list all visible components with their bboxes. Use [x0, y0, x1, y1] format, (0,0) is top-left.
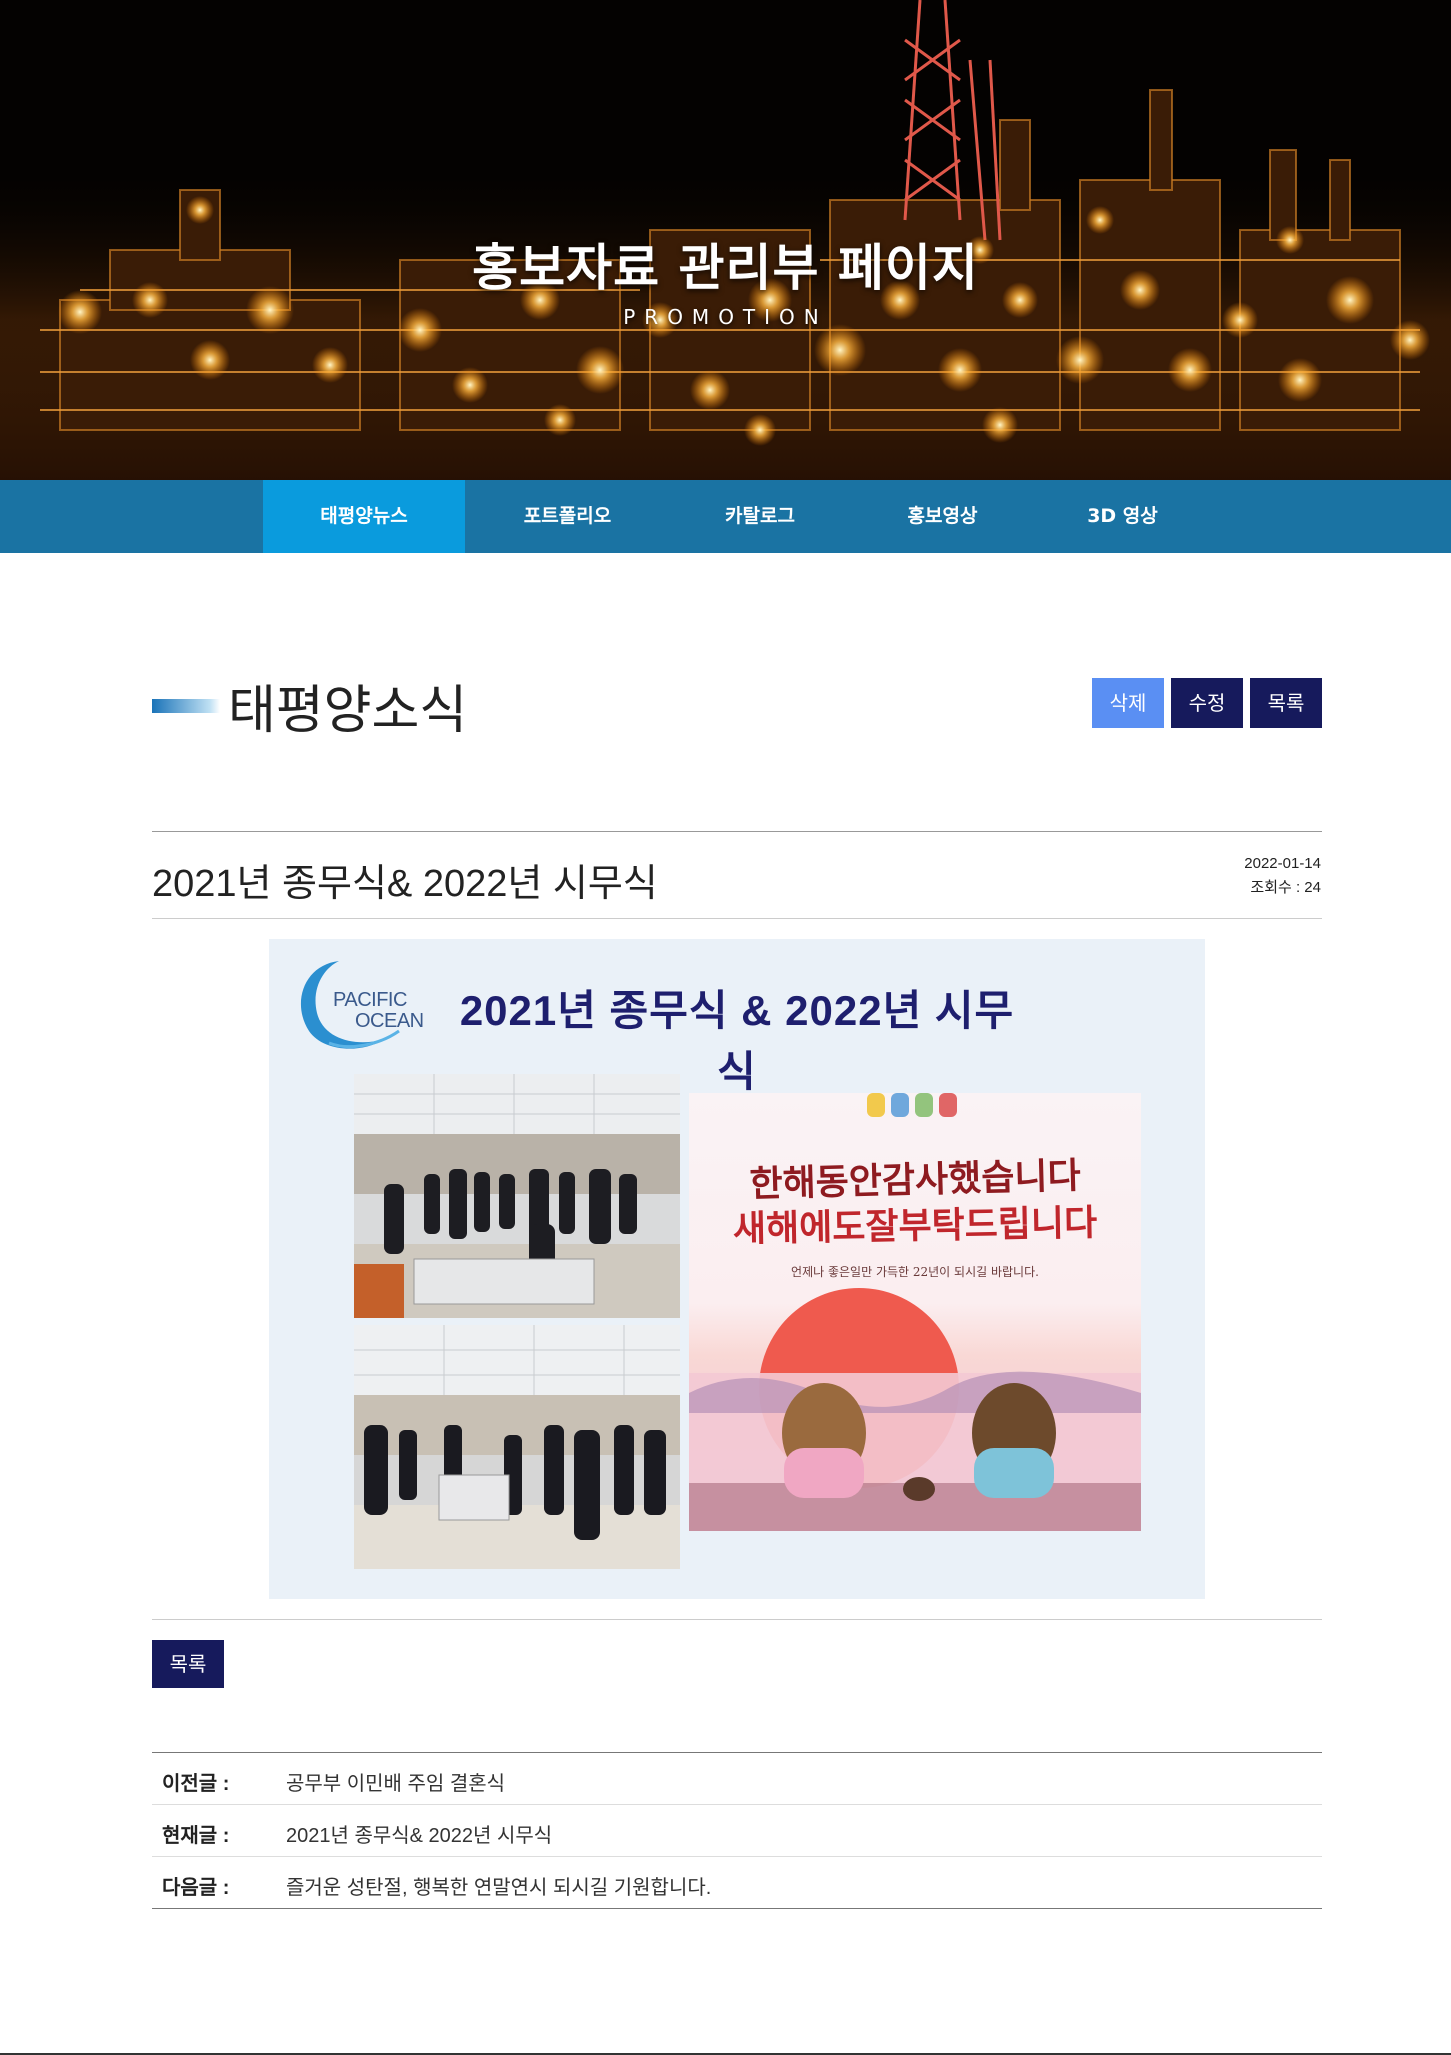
ceremony-photo-2 — [354, 1325, 680, 1569]
current-post-row: 현재글 : 2021년 종무식& 2022년 시무식 — [152, 1805, 1322, 1857]
new-year-greeting-card: 한해동안감사했습니다 새해에도잘부탁드립니다 언제나 좋은일만 가득한 22년이… — [689, 1093, 1141, 1531]
hero-title: 홍보자료 관리부 페이지 — [472, 239, 979, 297]
post-views: 조회수 : 24 — [1250, 879, 1321, 896]
list-button-bottom[interactable]: 목록 — [152, 1640, 224, 1688]
section-title: 태평양소식 — [228, 682, 468, 740]
post-title: 2021년 종무식& 2022년 시무식 — [152, 863, 658, 905]
current-post-link[interactable]: 2021년 종무식& 2022년 시무식 — [286, 1819, 552, 1848]
next-post-link[interactable]: 즐거운 성탄절, 행복한 연말연시 되시길 기원합니다. — [286, 1871, 711, 1900]
nav-item-portfolio[interactable]: 포트폴리오 — [475, 480, 660, 553]
delete-button[interactable]: 삭제 — [1092, 678, 1164, 728]
section-title-bar — [152, 699, 220, 713]
hero-subtitle: PROMOTION — [623, 305, 828, 329]
logo-text-ocean: OCEAN — [355, 1010, 424, 1032]
card-greeting-line-3: 언제나 좋은일만 가득한 22년이 되시길 바랍니다. — [791, 1265, 1039, 1279]
card-greeting-line-2: 새해에도잘부탁드립니다 — [732, 1201, 1098, 1251]
prev-post-row: 이전글 : 공무부 이민배 주임 결혼식 — [152, 1753, 1322, 1805]
post-image: PACIFIC OCEAN 2021년 종무식 & 2022년 시무식 한해동안… — [269, 939, 1205, 1599]
current-post-label: 현재글 : — [162, 1825, 230, 1847]
prev-post-link[interactable]: 공무부 이민배 주임 결혼식 — [286, 1767, 505, 1796]
ceremony-photo-1 — [354, 1074, 680, 1318]
nav-item-catalog[interactable]: 카탈로그 — [680, 480, 840, 553]
prev-post-label: 이전글 : — [162, 1773, 230, 1795]
post-body-divider — [152, 1619, 1322, 1620]
post-header-divider — [152, 918, 1322, 919]
next-post-label: 다음글 : — [162, 1877, 230, 1899]
list-button-top[interactable]: 목록 — [1250, 678, 1322, 728]
edit-button[interactable]: 수정 — [1171, 678, 1243, 728]
hero-banner: 홍보자료 관리부 페이지 PROMOTION — [0, 0, 1451, 480]
post-navigation-table: 이전글 : 공무부 이민배 주임 결혼식 현재글 : 2021년 종무식& 20… — [152, 1753, 1322, 1909]
nav-item-pacific-news[interactable]: 태평양뉴스 — [263, 480, 465, 553]
post-top-divider — [152, 831, 1322, 832]
next-post-row: 다음글 : 즐거운 성탄절, 행복한 연말연시 되시길 기원합니다. — [152, 1857, 1322, 1909]
main-nav: 태평양뉴스 포트폴리오 카탈로그 홍보영상 3D 영상 — [0, 480, 1451, 553]
logo-text-pacific: PACIFIC — [333, 989, 407, 1011]
post-date: 2022-01-14 — [1244, 855, 1321, 872]
pacific-ocean-logo: PACIFIC OCEAN — [289, 953, 424, 1053]
nav-item-3d-video[interactable]: 3D 영상 — [1040, 480, 1205, 553]
nav-item-promo-video[interactable]: 홍보영상 — [860, 480, 1025, 553]
